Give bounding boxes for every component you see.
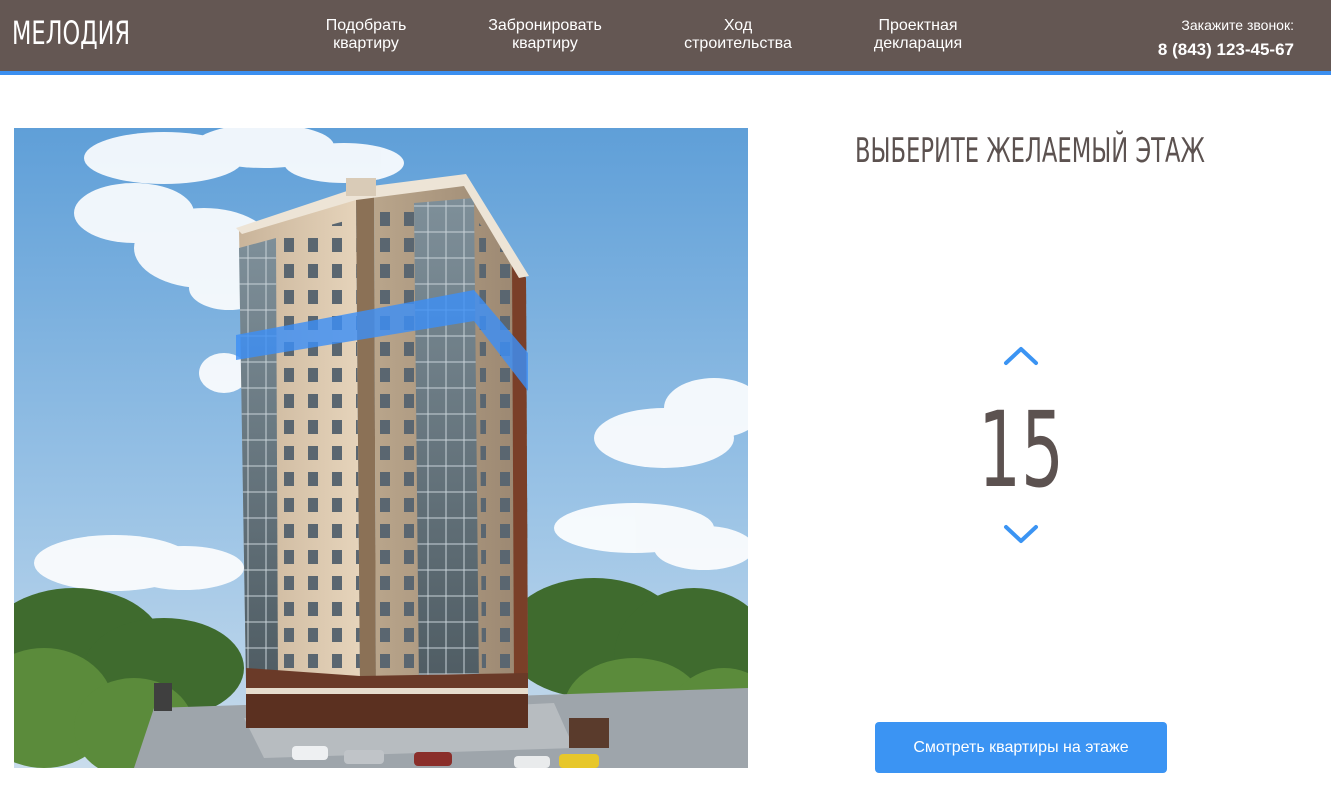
floor-up-button[interactable]	[1002, 344, 1040, 368]
nav-item-label: Ход	[723, 17, 753, 34]
floor-selector-title: ВЫБЕРИТЕ ЖЕЛАЕМЫЙ ЭТАЖ	[855, 131, 1205, 171]
nav-item-label: Проектная	[878, 17, 958, 34]
chevron-down-icon	[1004, 525, 1038, 543]
floor-number: 15	[978, 389, 1064, 511]
nav-item-label: квартиру	[333, 35, 399, 52]
site-logo[interactable]: МЕЛОДИЯ	[12, 14, 130, 52]
nav-item-book-apartment[interactable]: Забронировать квартиру	[485, 17, 605, 53]
nav-item-label: Забронировать	[488, 17, 602, 34]
callback-block: Закажите звонок: 8 (843) 123-45-67	[1158, 17, 1294, 61]
view-floor-apartments-button[interactable]: Смотреть квартиры на этаже	[875, 722, 1167, 773]
building-image	[14, 128, 748, 768]
callback-label[interactable]: Закажите звонок:	[1158, 17, 1294, 33]
phone-number[interactable]: 8 (843) 123-45-67	[1158, 39, 1294, 61]
nav-item-select-apartment[interactable]: Подобрать квартиру	[323, 17, 409, 53]
nav-item-label: декларация	[873, 35, 963, 52]
nav-item-label: квартиру	[512, 35, 578, 52]
nav-item-project-declaration[interactable]: Проектная декларация	[870, 17, 966, 53]
site-header: МЕЛОДИЯ Подобрать квартиру Забронировать…	[0, 0, 1331, 75]
floor-down-button[interactable]	[1002, 522, 1040, 546]
chevron-up-icon	[1004, 347, 1038, 365]
nav-item-construction-progress[interactable]: Ход строительства	[681, 17, 795, 53]
nav-item-label: Подобрать	[325, 17, 407, 34]
nav-item-label: строительства	[684, 35, 792, 52]
